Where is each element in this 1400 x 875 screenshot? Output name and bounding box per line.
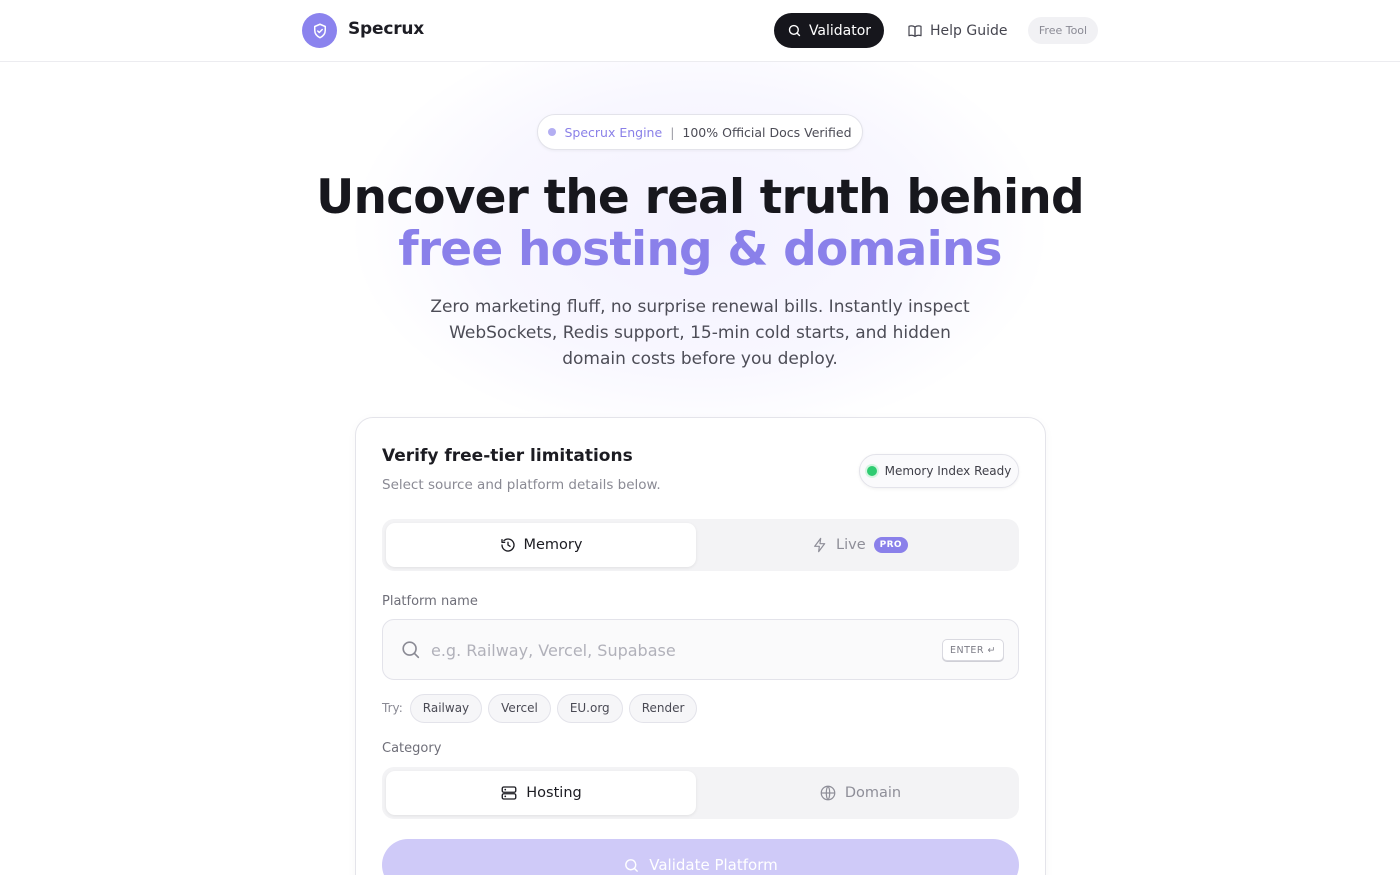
platform-search-input[interactable]: [431, 630, 931, 670]
hero-subtitle: Zero marketing fluff, no surprise renewa…: [430, 297, 970, 369]
globe-icon: [820, 785, 836, 801]
pro-badge: PRO: [873, 537, 908, 553]
validate-platform-label: Validate Platform: [649, 856, 778, 874]
search-icon: [402, 641, 420, 659]
pill-verified-label: 100% Official Docs Verified: [682, 124, 852, 140]
tab-memory[interactable]: Memory: [386, 523, 696, 567]
suggestion-chip-euorg[interactable]: EU.org: [556, 693, 623, 723]
search-icon: [788, 24, 801, 37]
logo-shield-icon[interactable]: [302, 13, 337, 48]
suggestion-chip-render[interactable]: Render: [628, 693, 698, 723]
top-navbar: Specrux Validator Help Guide Free Tool: [0, 0, 1400, 62]
nav-help-guide-link[interactable]: Help Guide: [907, 13, 1007, 48]
source-mode-toggle: Memory Live PRO: [382, 519, 1019, 571]
card-subtitle: Select source and platform details below…: [382, 477, 661, 493]
book-icon: [908, 24, 922, 37]
nav-help-guide-label: Help Guide: [930, 22, 1008, 39]
search-icon: [625, 858, 639, 872]
tab-domain[interactable]: Domain: [705, 771, 1015, 815]
pill-dot-icon: [548, 128, 557, 136]
nav-validator-button[interactable]: Validator: [774, 13, 884, 48]
tab-live[interactable]: Live PRO: [705, 523, 1015, 567]
pill-engine-label: Specrux Engine: [564, 124, 663, 140]
suggestion-chip-railway[interactable]: Railway: [409, 693, 483, 723]
status-dot-icon: [866, 466, 877, 476]
validate-platform-button[interactable]: Validate Platform: [382, 839, 1019, 875]
tab-hosting-label: Hosting: [526, 785, 582, 801]
status-badge: Memory Index Ready: [859, 454, 1019, 488]
engine-pill: Specrux Engine | 100% Official Docs Veri…: [537, 114, 863, 150]
tab-live-label: Live: [836, 537, 866, 553]
platform-name-label: Platform name: [382, 594, 478, 609]
card-title: Verify free-tier limitations: [382, 446, 633, 466]
category-label: Category: [382, 741, 442, 756]
try-label: Try:: [382, 701, 403, 715]
bolt-icon: [814, 537, 826, 553]
platform-search-box: ENTER ↵: [382, 619, 1019, 680]
brand-name[interactable]: Specrux: [348, 19, 424, 39]
hero-title-line1: Uncover the real truth behind: [316, 170, 1084, 225]
suggestion-chip-vercel[interactable]: Vercel: [488, 693, 551, 723]
tab-memory-label: Memory: [523, 537, 583, 553]
tab-domain-label: Domain: [844, 785, 902, 801]
pill-separator: |: [670, 124, 675, 140]
hero-title-line2: free hosting & domains: [398, 222, 1002, 277]
category-toggle: Hosting Domain: [382, 767, 1019, 819]
free-tool-badge: Free Tool: [1028, 17, 1098, 44]
server-icon: [501, 786, 517, 800]
enter-shortcut-hint: ENTER ↵: [942, 639, 1004, 661]
status-label: Memory Index Ready: [884, 464, 1012, 478]
history-icon: [500, 538, 515, 552]
tab-hosting[interactable]: Hosting: [386, 771, 696, 815]
suggestion-row: Try: Railway Vercel EU.org Render: [382, 693, 698, 723]
validator-card: Verify free-tier limitations Select sour…: [355, 417, 1046, 875]
nav-validator-label: Validator: [808, 22, 872, 39]
